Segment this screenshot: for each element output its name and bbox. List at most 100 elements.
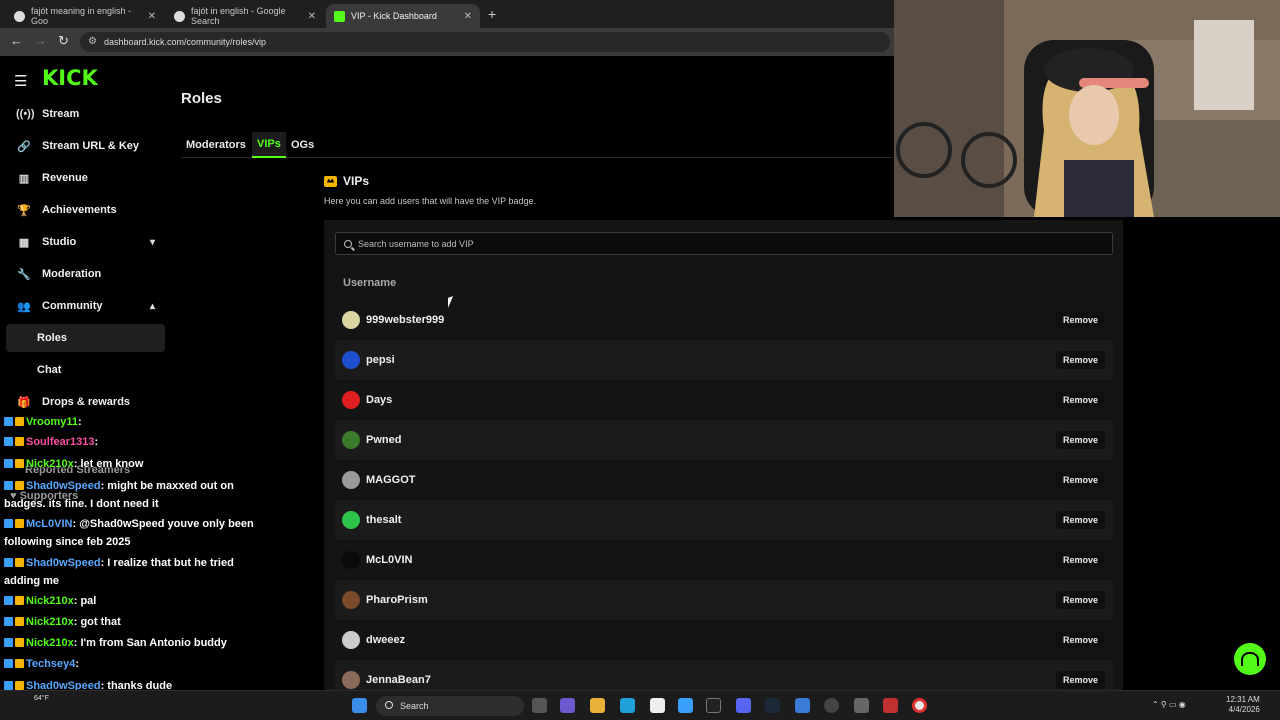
sidebar-item-stream[interactable]: ((•)) Stream [6,100,165,128]
remove-button[interactable]: Remove [1055,391,1105,409]
avatar [342,671,360,689]
chat-username[interactable]: Vroomy11 [26,416,78,428]
chat-username[interactable]: Nick210x [26,458,74,470]
chat-username[interactable]: Shad0wSpeed [26,557,101,569]
remove-button[interactable]: Remove [1055,591,1105,609]
remove-button[interactable]: Remove [1055,471,1105,489]
chat-username[interactable]: Techsey4 [26,658,75,670]
tab-ogs[interactable]: OGs [286,132,319,158]
username: Pwned [366,434,402,446]
edge-icon[interactable] [620,698,635,713]
back-icon[interactable]: ← [10,33,23,48]
sidebar-item-revenue[interactable]: ▥ Revenue [6,164,165,192]
sidebar-item-label: Stream URL & Key [42,140,139,152]
new-tab-icon[interactable]: + [488,6,496,22]
browser-tab-3[interactable]: VIP - Kick Dashboard ✕ [326,4,480,28]
discord-icon[interactable] [736,698,751,713]
remove-button[interactable]: Remove [1055,351,1105,369]
browser-tab-2[interactable]: fajót in english - Google Search ✕ [166,4,324,28]
app-icon[interactable] [854,698,869,713]
sidebar-item-label: Chat [37,364,62,376]
vip-badge-icon [15,681,24,690]
chat-username[interactable]: Shad0wSpeed [26,480,101,492]
subscriber-badge-icon [4,681,13,690]
sidebar-item-achievements[interactable]: 🏆 Achievements [6,196,165,224]
close-tab-icon[interactable]: ✕ [308,11,316,22]
chat-message: Nick210x: I'm from San Antonio buddy [4,637,227,649]
remove-button[interactable]: Remove [1055,551,1105,569]
obs-icon[interactable] [824,698,839,713]
store-icon[interactable] [678,698,693,713]
chat-username[interactable]: McL0VIN [26,518,72,530]
username: dweeez [366,634,406,646]
column-header-username: Username [343,277,397,289]
chevron-up-icon: ▴ [149,300,155,312]
avatar [342,631,360,649]
subscriber-badge-icon [4,459,13,468]
subscriber-badge-icon [4,417,13,426]
task-view-icon[interactable] [532,698,547,713]
app-icon[interactable] [883,698,898,713]
sidebar-item-label: Roles [37,332,67,344]
system-tray-icons[interactable]: ⌃ ⚲ ▭ ◉ [1152,700,1186,710]
teams-icon[interactable] [560,698,575,713]
url-field[interactable]: ⚙ dashboard.kick.com/community/roles/vip [80,32,890,52]
forward-icon[interactable]: → [34,33,47,48]
chat-message: Nick210x: got that [4,616,121,628]
tab-title: fajót in english - Google Search [191,6,286,26]
site-settings-icon[interactable]: ⚙ [88,36,97,47]
sidebar-item-community[interactable]: 👥 Community ▴ [6,292,165,320]
taskbar-search[interactable]: Search [376,696,524,716]
weather-widget[interactable]: 64°F [34,695,49,702]
start-icon[interactable] [352,698,367,713]
remove-button[interactable]: Remove [1055,671,1105,689]
clock-time: 12:31 AM [1226,695,1260,704]
menu-icon[interactable]: ☰ [14,72,27,90]
tab-vips[interactable]: VIPs [252,132,286,158]
username: 999webster999 [366,314,445,326]
broadcast-icon: ((•)) [16,108,35,120]
sidebar-item-stream-url-key[interactable]: 🔗 Stream URL & Key [6,132,165,160]
wrench-icon: 🔧 [17,268,31,281]
sidebar-item-moderation[interactable]: 🔧 Moderation [6,260,165,288]
chat-text: : I'm from San Antonio buddy [73,637,227,649]
sidebar-item-roles[interactable]: Roles [6,324,165,352]
sidebar-item-drops-rewards[interactable]: 🎁 Drops & rewards [6,388,165,416]
remove-button[interactable]: Remove [1055,431,1105,449]
username: JennaBean7 [366,674,431,686]
chat-username[interactable]: Nick210x [26,595,74,607]
chat-message: Shad0wSpeed: I realize that but he tried [4,557,234,569]
chat-message: Nick210x: pal [4,595,96,607]
close-tab-icon[interactable]: ✕ [148,11,156,22]
clock[interactable]: 12:31 AM 4/4/2026 [1226,695,1260,715]
app-icon[interactable] [795,698,810,713]
notepad-icon[interactable] [650,698,665,713]
chat-username[interactable]: Soulfear1313 [26,436,94,448]
file-explorer-icon[interactable] [590,698,605,713]
table-row: Days Remove [335,380,1113,420]
support-chat-button[interactable] [1234,643,1266,675]
vip-badge-icon [15,596,24,605]
remove-button[interactable]: Remove [1055,631,1105,649]
chat-text: : might be maxxed out on [100,480,234,492]
google-icon [174,10,185,22]
remove-button[interactable]: Remove [1055,311,1105,329]
close-tab-icon[interactable]: ✕ [464,11,472,22]
tab-moderators[interactable]: Moderators [181,132,251,158]
steam-icon[interactable] [765,698,780,713]
studio-icon: ▦ [18,236,30,249]
remove-button[interactable]: Remove [1055,511,1105,529]
sidebar-item-studio[interactable]: ▦ Studio ▾ [6,228,165,256]
table-row: dweeez Remove [335,620,1113,660]
reload-icon[interactable]: ↻ [58,33,69,49]
vip-badge-icon [15,417,24,426]
chat-username[interactable]: Nick210x [26,637,74,649]
search-input[interactable]: Search username to add VIP [335,232,1113,255]
kick-logo[interactable]: KICK [42,66,98,90]
chrome-icon[interactable] [912,698,927,713]
chat-username[interactable]: Nick210x [26,616,74,628]
webcam-overlay [894,0,1280,217]
browser-tab-1[interactable]: fajót meaning in english - Goo ✕ [6,4,164,28]
terminal-icon[interactable] [706,698,721,713]
sidebar-item-chat[interactable]: Chat [6,356,165,384]
